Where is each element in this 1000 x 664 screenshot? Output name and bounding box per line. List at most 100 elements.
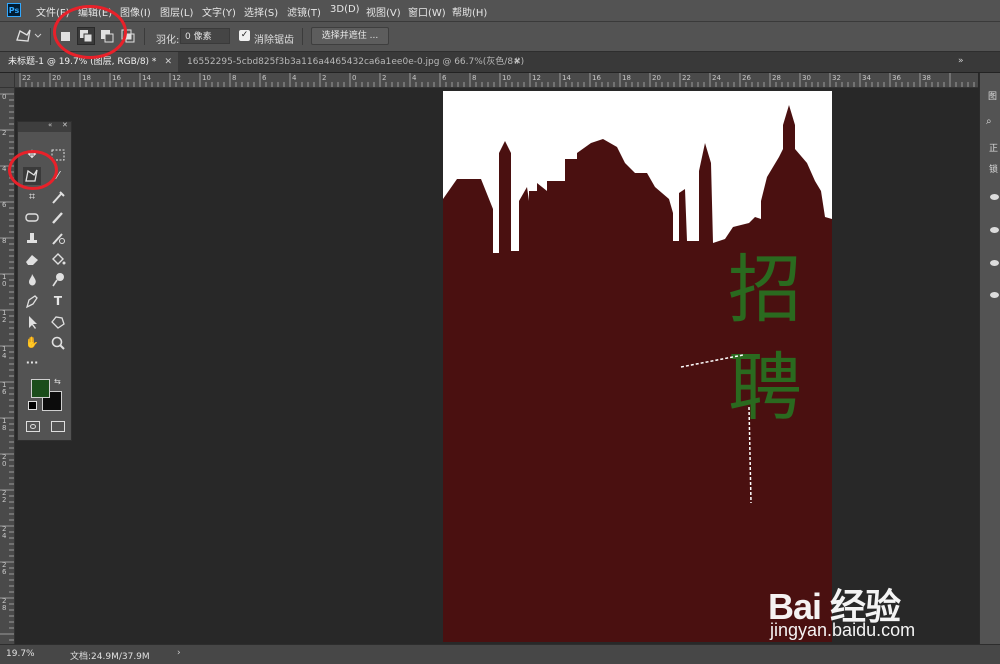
eye-icon[interactable]	[990, 227, 999, 233]
close-icon[interactable]: ✕	[513, 52, 521, 72]
search-icon[interactable]: ⌕	[986, 116, 992, 127]
ruler-label: 18	[82, 74, 91, 82]
feather-input[interactable]: 0 像素	[180, 28, 230, 44]
path-selection-icon[interactable]	[23, 313, 41, 331]
blur-icon[interactable]	[23, 271, 41, 289]
layers-panel-collapsed[interactable]: 图 ⌕ 正 锁	[979, 73, 1000, 644]
ruler-label: 10	[502, 74, 511, 82]
default-colors-icon[interactable]	[28, 401, 37, 410]
ruler-label: 1 2	[2, 309, 7, 324]
ruler-label: 1 8	[2, 417, 7, 432]
document-tab-bar: 未标题-1 @ 19.7% (图层, RGB/8) * ✕ 16552295-5…	[0, 52, 1000, 73]
collapse-icon[interactable]: «	[48, 121, 52, 129]
ruler-label: 2 2	[2, 489, 7, 504]
brush-icon[interactable]	[49, 208, 67, 226]
eyedropper-icon[interactable]	[49, 188, 67, 206]
more-tools-icon[interactable]: ···	[23, 354, 41, 372]
ruler-label: 1 4	[2, 345, 7, 360]
ruler-label: 2	[382, 74, 387, 82]
ruler-label: 2 6	[2, 561, 7, 576]
shape-icon[interactable]	[49, 313, 67, 331]
history-brush-icon[interactable]	[49, 229, 67, 247]
lock-label: 锁	[989, 165, 999, 175]
zoom-level[interactable]: 19.7%	[6, 649, 35, 659]
annotation-circle-lasso	[8, 150, 58, 190]
ruler-label: 2	[322, 74, 327, 82]
ruler-label: 8	[472, 74, 477, 82]
tool-preset-picker[interactable]	[14, 27, 42, 45]
ruler-label: 0	[352, 74, 357, 82]
clone-stamp-icon[interactable]	[23, 229, 41, 247]
spot-healing-icon[interactable]	[23, 208, 41, 226]
chevron-right-icon[interactable]: ›	[177, 648, 181, 658]
annotation-circle-options	[53, 5, 127, 59]
ruler-label: 2	[2, 129, 7, 137]
ruler-label: 2 0	[2, 453, 7, 468]
ruler-label: 2 8	[2, 597, 7, 612]
type-icon[interactable]: T	[49, 292, 67, 310]
document-canvas[interactable]: 招 聘	[443, 91, 832, 642]
eye-icon[interactable]	[990, 292, 999, 298]
ruler-label: 6	[2, 201, 7, 209]
ruler-label: 2 4	[2, 525, 7, 540]
ruler-label: 34	[862, 74, 871, 82]
paint-bucket-icon[interactable]	[49, 250, 67, 268]
toolbox-header[interactable]: « ✕	[18, 121, 71, 132]
ruler-label: 30	[802, 74, 811, 82]
ruler-label: 20	[652, 74, 661, 82]
ruler-label: 26	[742, 74, 751, 82]
menu-help[interactable]: 帮助(H)	[452, 4, 487, 19]
ruler-label: 36	[892, 74, 901, 82]
document-info: 文档:24.9M/37.9M	[70, 652, 150, 662]
tab-jpg-file[interactable]: 16552295-5cbd825f3b3a116a4465432ca6a1ee0…	[179, 52, 527, 72]
ruler-label: 16	[592, 74, 601, 82]
ruler-label: 8	[232, 74, 237, 82]
ruler-label: 22	[22, 74, 31, 82]
hand-icon[interactable]: ✋	[23, 334, 41, 352]
ruler-label: 1 6	[2, 381, 7, 396]
menu-image[interactable]: 图像(I)	[120, 4, 151, 19]
ruler-label: 22	[682, 74, 691, 82]
eye-icon[interactable]	[990, 260, 999, 266]
menu-type[interactable]: 文字(Y)	[202, 4, 236, 19]
selection-marquee	[680, 354, 752, 504]
watermark-url: jingyan.baidu.com	[770, 620, 916, 640]
menu-view[interactable]: 视图(V)	[366, 4, 401, 19]
quick-mask-icon[interactable]	[26, 421, 40, 432]
feather-label: 羽化:	[156, 35, 180, 46]
tab-label: 16552295-5cbd825f3b3a116a4465432ca6a1ee0…	[187, 57, 525, 67]
eraser-icon[interactable]	[23, 250, 41, 268]
ruler-label: 4	[292, 74, 297, 82]
eye-icon[interactable]	[990, 194, 999, 200]
close-icon[interactable]: ✕	[164, 52, 172, 72]
pen-icon[interactable]	[23, 292, 41, 310]
menu-3d[interactable]: 3D(D)	[330, 4, 360, 15]
ruler-origin[interactable]	[0, 73, 15, 88]
layers-tab-label[interactable]: 图	[988, 89, 1000, 102]
menu-select[interactable]: 选择(S)	[244, 4, 278, 19]
ruler-label: 18	[622, 74, 631, 82]
tabs-overflow-icon[interactable]: »	[958, 56, 964, 66]
status-bar: 19.7% 文档:24.9M/37.9M ›	[0, 644, 1000, 664]
foreground-color-swatch[interactable]	[31, 379, 50, 398]
ruler-label: 24	[712, 74, 721, 82]
ruler-label: 1 0	[2, 273, 7, 288]
ruler-label: 10	[202, 74, 211, 82]
menu-window[interactable]: 窗口(W)	[408, 4, 446, 19]
antialias-checkbox[interactable]: ✓	[239, 30, 250, 41]
blend-mode-select[interactable]: 正	[989, 141, 998, 154]
menu-layer[interactable]: 图层(L)	[160, 4, 193, 19]
close-icon[interactable]: ✕	[62, 121, 68, 129]
ruler-label: 28	[772, 74, 781, 82]
options-bar: 羽化: 0 像素 ✓ 消除锯齿 选择并遮住 ...	[0, 22, 1000, 52]
ruler-label: 38	[922, 74, 931, 82]
select-and-mask-button[interactable]: 选择并遮住 ...	[311, 27, 389, 45]
screen-mode-icon[interactable]	[51, 421, 65, 432]
ruler-label: 14	[142, 74, 151, 82]
ruler-label: 8	[2, 237, 7, 245]
menu-filter[interactable]: 滤镜(T)	[287, 4, 321, 19]
crop-icon[interactable]: ⌗	[23, 188, 41, 206]
swap-colors-icon[interactable]: ⇆	[54, 377, 61, 386]
dodge-icon[interactable]	[49, 271, 67, 289]
zoom-icon[interactable]	[49, 334, 67, 352]
